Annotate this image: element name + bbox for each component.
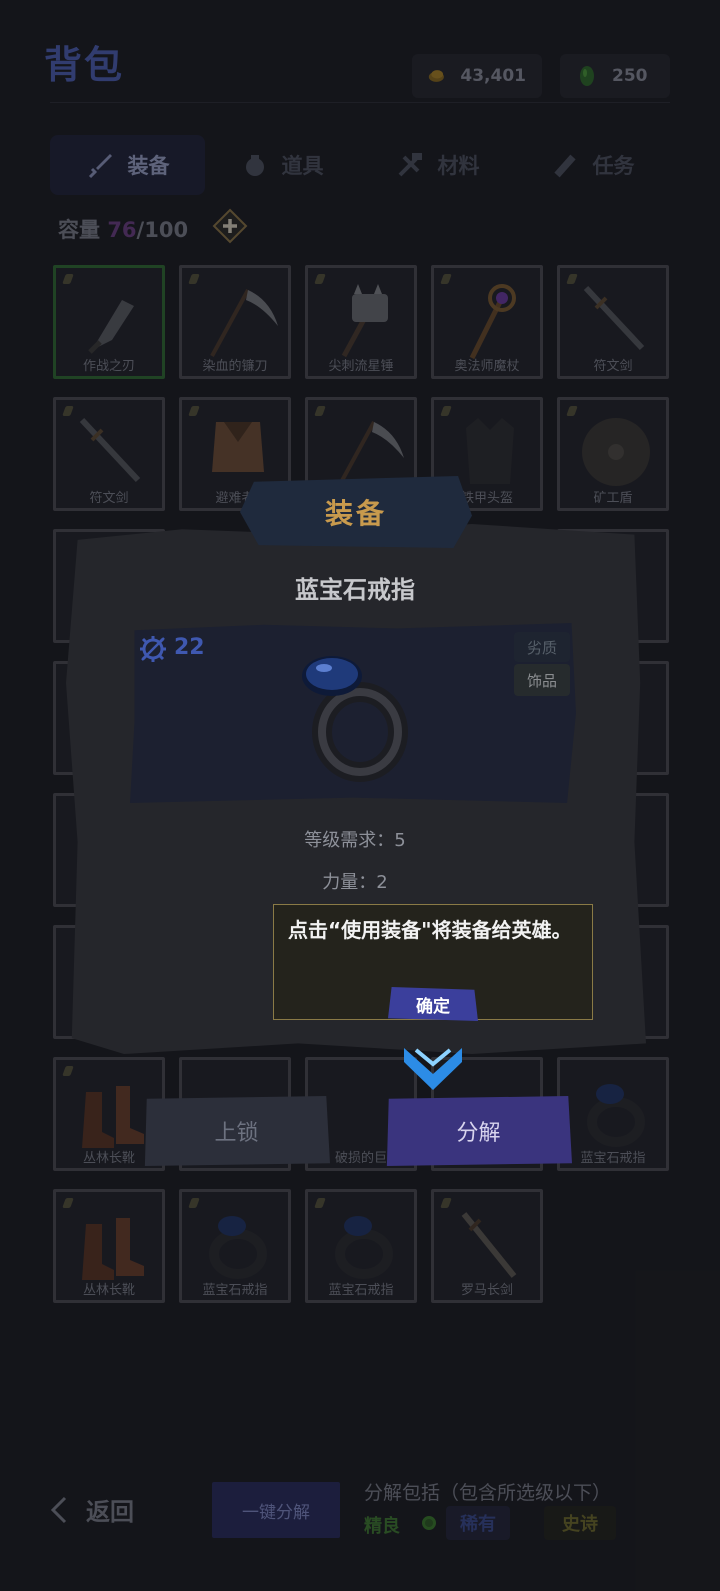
tip-text: 点击“使用装备"将装备给英雄。 — [288, 918, 572, 942]
strength-stat: 力量：2 — [322, 872, 388, 893]
tutorial-tip: 点击“使用装备"将装备给英雄。 确定 — [273, 904, 593, 1021]
dialog-title: 装备 — [240, 476, 472, 548]
level-requirement: 等级需求：5 — [304, 830, 406, 851]
type-tag: 饰品 — [514, 664, 570, 696]
confirm-button[interactable]: 确定 — [388, 987, 478, 1021]
item-name: 蓝宝石戒指 — [295, 576, 415, 604]
item-level: 22 — [174, 635, 205, 660]
sapphire-ring-icon — [302, 656, 408, 782]
guide-arrow-icon — [404, 1048, 462, 1090]
level-badge-icon — [140, 636, 166, 662]
decompose-button[interactable]: 分解 — [386, 1096, 572, 1166]
lock-button[interactable]: 上锁 — [144, 1096, 330, 1166]
quality-tag: 劣质 — [514, 632, 570, 662]
